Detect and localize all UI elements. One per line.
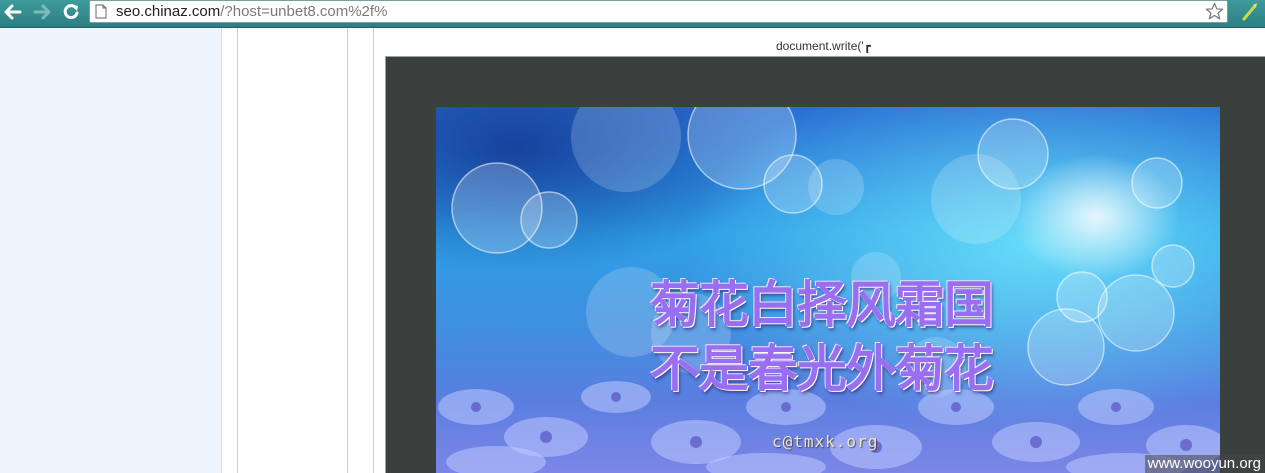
left-sidebar bbox=[0, 28, 222, 473]
back-arrow-icon bbox=[4, 4, 22, 20]
url-text: seo.chinaz.com/?host=unbet8.com%2f% bbox=[116, 3, 387, 21]
page-icon bbox=[95, 4, 107, 19]
extension-brush-icon[interactable] bbox=[1240, 2, 1260, 22]
browser-toolbar: seo.chinaz.com/?host=unbet8.com%2f% bbox=[0, 0, 1265, 28]
url-path: /?host=unbet8.com%2f% bbox=[220, 3, 388, 20]
reload-icon bbox=[63, 4, 79, 20]
column-divider bbox=[347, 28, 348, 473]
address-bar[interactable]: seo.chinaz.com/?host=unbet8.com%2f% bbox=[89, 0, 1228, 23]
forward-button[interactable] bbox=[31, 1, 53, 23]
watermark: www.wooyun.org bbox=[1144, 455, 1264, 473]
banner-credit: c@tmxk.org bbox=[772, 432, 879, 451]
injected-banner-image: 菊花白择风霜国 不是春光外菊花 c@tmxk.org bbox=[436, 107, 1220, 473]
document-write-text: document.write('┏ bbox=[776, 39, 871, 53]
column-divider bbox=[373, 28, 374, 473]
poem-line-1: 菊花白择风霜国 bbox=[650, 276, 994, 334]
back-button[interactable] bbox=[2, 1, 24, 23]
bookmark-star-icon[interactable] bbox=[1205, 2, 1224, 21]
column-divider bbox=[237, 28, 238, 473]
forward-arrow-icon bbox=[33, 4, 51, 20]
reload-button[interactable] bbox=[60, 1, 82, 23]
url-host: seo.chinaz.com bbox=[116, 3, 221, 20]
poem-line-2: 不是春光外菊花 bbox=[650, 340, 994, 398]
